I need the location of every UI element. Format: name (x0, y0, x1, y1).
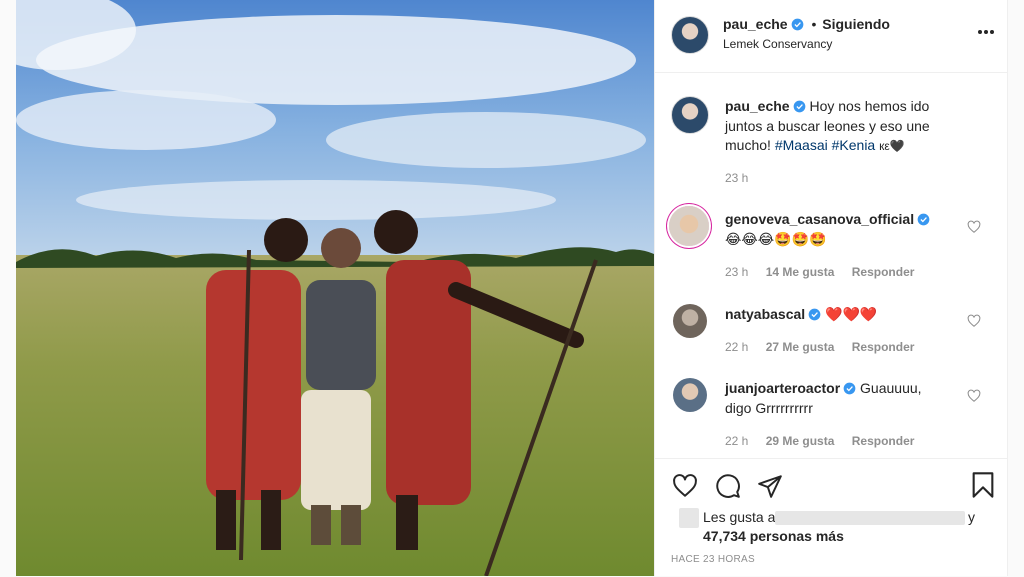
post-side-panel: pau_eche • Siguiendo Lemek Conservancy p… (654, 0, 1008, 576)
post-photo[interactable] (16, 0, 654, 576)
header-title-row: pau_eche • Siguiendo (723, 16, 890, 32)
verified-badge-icon (808, 308, 821, 321)
follow-status-button[interactable]: Siguiendo (822, 16, 890, 32)
header-separator: • (811, 16, 817, 32)
post-timestamp[interactable]: HACE 23 HORAS (671, 554, 755, 565)
comment-text: 😂😂😂🤩🤩🤩 (725, 230, 827, 247)
comment-likes[interactable]: 27 Me gusta (766, 340, 835, 354)
likes-count[interactable]: 47,734 personas más (703, 528, 844, 544)
comment-reply-button[interactable]: Responder (852, 265, 915, 279)
comment-reply-button[interactable]: Responder (852, 434, 915, 448)
comment-username[interactable]: juanjoarteroactor (725, 380, 840, 396)
post-photo-image (16, 0, 654, 576)
comment-username[interactable]: natyabascal (725, 306, 805, 322)
comment-reply-button[interactable]: Responder (852, 340, 915, 354)
comment-like-heart-icon[interactable] (967, 389, 981, 403)
liker-name-obscured (775, 511, 965, 525)
heart-icon[interactable] (671, 473, 699, 499)
caption-suffix: кε🖤 (879, 139, 905, 153)
more-options-icon[interactable] (977, 28, 995, 36)
comment-like-heart-icon[interactable] (967, 314, 981, 328)
post-location[interactable]: Lemek Conservancy (723, 37, 832, 51)
comment-meta: 23 h 14 Me gusta Responder (725, 265, 914, 279)
caption: pau_eche Hoy nos hemos ido juntos a busc… (725, 97, 950, 157)
bookmark-icon[interactable] (971, 471, 995, 499)
comment-text: ❤️❤️❤️ (825, 306, 878, 322)
caption-avatar[interactable] (671, 96, 709, 134)
comment-likes[interactable]: 14 Me gusta (766, 265, 835, 279)
comment-icon[interactable] (715, 473, 741, 499)
comment-avatar[interactable] (673, 378, 707, 412)
verified-badge-icon (791, 18, 803, 31)
author-avatar[interactable] (671, 16, 709, 54)
comment-avatar[interactable] (669, 206, 709, 246)
verified-badge-icon (843, 382, 856, 395)
verified-badge-icon (793, 100, 805, 113)
caption-username[interactable]: pau_eche (725, 98, 790, 114)
comment-body: genoveva_casanova_official 😂😂😂🤩🤩🤩 (725, 210, 965, 249)
post-header: pau_eche • Siguiendo Lemek Conservancy (655, 0, 1007, 73)
comment-body: juanjoarteroactor Guauuuu, digo Grrrrrrr… (725, 379, 950, 418)
likes-prefix: Les gusta a (703, 509, 776, 525)
comment-body: natyabascal ❤️❤️❤️ (725, 305, 965, 325)
author-username[interactable]: pau_eche (723, 16, 788, 32)
caption-time[interactable]: 23 h (725, 171, 748, 185)
post-actions: Les gusta a y 47,734 personas más HACE 2… (655, 458, 1007, 577)
likes-conjunction: y (968, 509, 975, 525)
comment-like-heart-icon[interactable] (967, 220, 981, 234)
hashtag-kenia[interactable]: #Kenia (832, 137, 876, 153)
hashtag-maasai[interactable]: #Maasai (775, 137, 828, 153)
comment-username[interactable]: genoveva_casanova_official (725, 211, 914, 227)
comment-time[interactable]: 22 h (725, 434, 748, 448)
liker-avatar-obscured (679, 508, 699, 528)
comment-meta: 22 h 27 Me gusta Responder (725, 340, 914, 354)
share-icon[interactable] (757, 473, 783, 499)
comment-avatar[interactable] (673, 304, 707, 338)
verified-badge-icon (917, 213, 930, 226)
comment-meta: 22 h 29 Me gusta Responder (725, 434, 914, 448)
comment-time[interactable]: 22 h (725, 340, 748, 354)
comment-likes[interactable]: 29 Me gusta (766, 434, 835, 448)
comment-time[interactable]: 23 h (725, 265, 748, 279)
